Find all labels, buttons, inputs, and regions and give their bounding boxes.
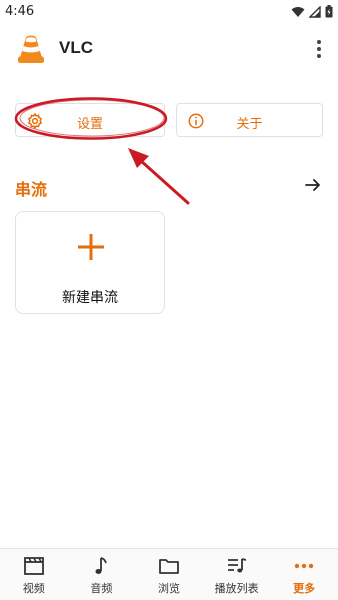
wifi-icon xyxy=(291,6,305,17)
settings-label: 设置 xyxy=(76,117,103,132)
app-title: VLC xyxy=(59,38,93,57)
about-label: 关于 xyxy=(236,117,263,132)
nav-label-playlists: 播放列表 xyxy=(214,582,259,595)
status-bar: 4:46 xyxy=(0,0,338,24)
music-note-icon xyxy=(95,557,108,574)
new-stream-card[interactable]: 新建串流 xyxy=(15,211,165,314)
nav-item-more[interactable]: 更多 xyxy=(270,549,338,600)
app-bar: VLC xyxy=(0,24,338,74)
settings-button[interactable]: 设置 xyxy=(15,103,165,137)
more-horiz-icon xyxy=(294,563,314,569)
nav-item-audio[interactable]: 音频 xyxy=(68,549,136,600)
arrow-line xyxy=(138,158,190,205)
vlc-logo-icon xyxy=(18,35,44,63)
nav-label-browse: 浏览 xyxy=(157,582,180,595)
plus-icon xyxy=(78,234,104,260)
status-icons xyxy=(291,5,333,18)
status-time: 4:46 xyxy=(5,4,35,19)
section-title-streams: 串流 xyxy=(15,180,48,199)
arrow-head-icon xyxy=(128,148,149,168)
nav-item-video[interactable]: 视频 xyxy=(0,549,68,600)
about-button[interactable]: 关于 xyxy=(176,103,323,137)
battery-icon xyxy=(325,5,333,18)
bottom-nav: 视频 音频 浏览 播放列表 更多 xyxy=(0,548,338,600)
nav-label-audio: 音频 xyxy=(90,582,113,595)
more-vert-icon[interactable] xyxy=(314,38,324,60)
nav-label-video: 视频 xyxy=(22,582,45,595)
playlist-icon xyxy=(227,558,246,573)
nav-label-more: 更多 xyxy=(293,582,316,595)
new-stream-label: 新建串流 xyxy=(62,290,118,306)
nav-item-browse[interactable]: 浏览 xyxy=(135,549,203,600)
folder-icon xyxy=(159,559,179,574)
video-icon xyxy=(23,557,44,575)
arrow-right-icon[interactable] xyxy=(304,176,322,194)
signal-icon xyxy=(309,5,321,18)
nav-item-playlists[interactable]: 播放列表 xyxy=(203,549,271,600)
